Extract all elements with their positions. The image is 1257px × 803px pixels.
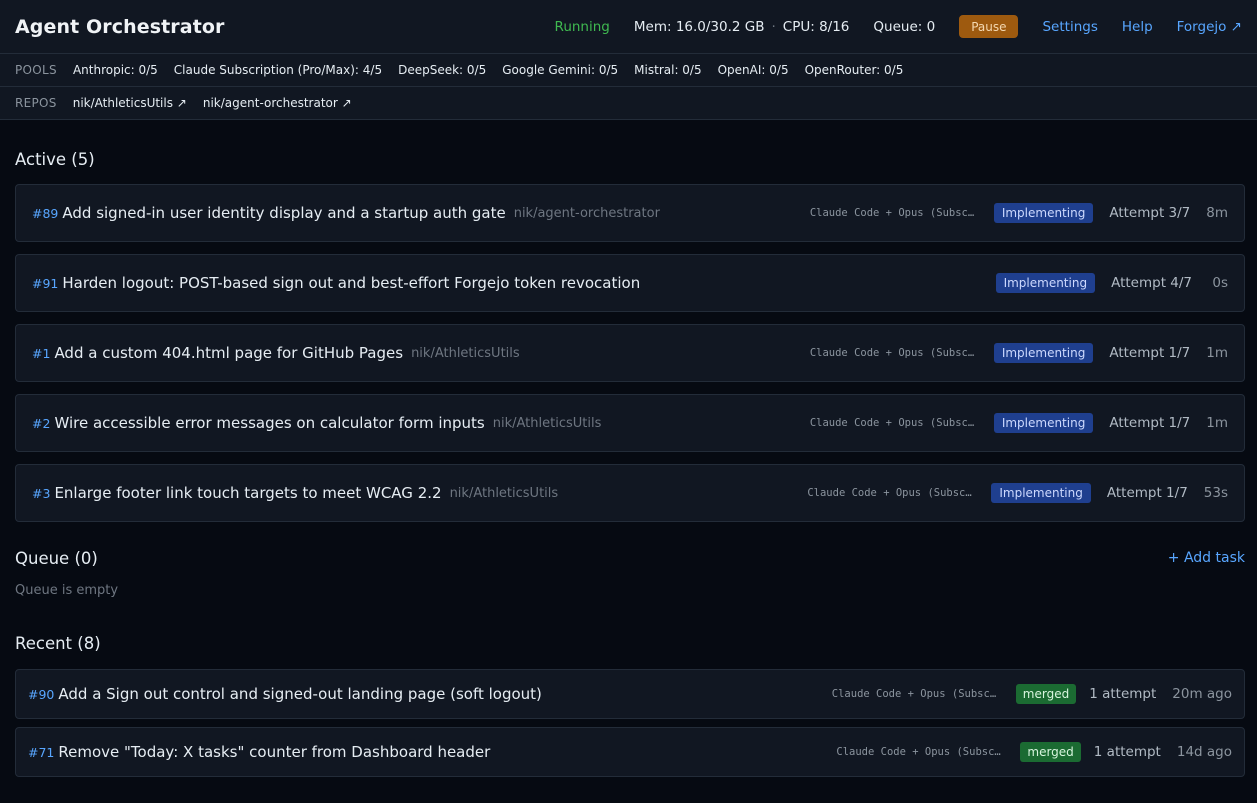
task-number[interactable]: #2: [32, 416, 50, 431]
recent-heading: Recent (8): [15, 633, 101, 653]
task-attempt: Attempt 1/7: [1106, 485, 1188, 501]
pool-openai: OpenAI: 0/5: [717, 63, 789, 77]
task-meta: Claude Code + Opus (Subscription) Implem…: [807, 483, 1228, 503]
task-agent: Claude Code + Opus (Subscription): [831, 688, 1002, 700]
pools-label: POOLS: [15, 63, 57, 77]
status-indicator: Running: [554, 18, 610, 35]
task-number[interactable]: #91: [32, 276, 58, 291]
active-section-header: Active (5): [15, 148, 1245, 170]
task-title[interactable]: Add a custom 404.html page for GitHub Pa…: [54, 344, 403, 362]
memory-stat: Mem: 16.0/30.2 GB: [633, 18, 765, 35]
main-content: Active (5) #89 Add signed-in user identi…: [0, 148, 1257, 777]
task-agent: Claude Code + Opus (Subscription): [809, 417, 980, 429]
recent-task-list: #90 Add a Sign out control and signed-ou…: [15, 669, 1245, 777]
task-title[interactable]: Add signed-in user identity display and …: [62, 204, 505, 222]
task-title[interactable]: Enlarge footer link touch targets to mee…: [54, 484, 441, 502]
repo-link-agent-orchestrator[interactable]: nik/agent-orchestrator ↗: [203, 96, 352, 110]
task-elapsed: 14d ago: [1176, 744, 1232, 760]
pool-deepseek: DeepSeek: 0/5: [398, 63, 487, 77]
queue-heading: Queue (0): [15, 548, 98, 568]
task-number[interactable]: #90: [28, 687, 54, 702]
status-badge: Implementing: [991, 483, 1091, 503]
pool-mistral: Mistral: 0/5: [634, 63, 702, 77]
task-meta: Claude Code + Opus (Subscription) Implem…: [810, 413, 1228, 433]
task-meta: Claude Code + Opus (Subscription) merged…: [836, 742, 1232, 762]
merged-badge: merged: [1015, 684, 1077, 704]
task-title[interactable]: Add a Sign out control and signed-out la…: [58, 685, 542, 703]
settings-link[interactable]: Settings: [1042, 19, 1097, 35]
task-agent: Claude Code + Opus (Subscription): [809, 347, 980, 359]
task-attempt: 1 attempt: [1089, 686, 1157, 702]
task-elapsed: 20m ago: [1172, 686, 1232, 702]
task-elapsed: 1m: [1206, 415, 1228, 431]
task-elapsed: 1m: [1206, 345, 1228, 361]
status-badge: Implementing: [993, 203, 1094, 223]
task-meta: Claude Code + Opus (Subscription) Implem…: [810, 343, 1228, 363]
recent-task-card[interactable]: #90 Add a Sign out control and signed-ou…: [15, 669, 1245, 719]
cpu-stat: CPU: 8/16: [782, 18, 850, 35]
task-card[interactable]: #3 Enlarge footer link touch targets to …: [15, 464, 1245, 522]
stat-separator: ·: [771, 18, 776, 35]
task-repo: nik/AthleticsUtils: [492, 415, 602, 431]
task-attempt: Attempt 4/7: [1111, 275, 1192, 291]
queue-stat: Queue: 0: [873, 18, 936, 35]
status-badge: Implementing: [995, 273, 1096, 293]
task-agent: Claude Code + Opus (Subscription): [807, 487, 977, 499]
task-elapsed: 8m: [1206, 205, 1228, 221]
recent-task-card[interactable]: #71 Remove "Today: X tasks" counter from…: [15, 727, 1245, 777]
task-card[interactable]: #91 Harden logout: POST-based sign out a…: [15, 254, 1245, 312]
task-title[interactable]: Remove "Today: X tasks" counter from Das…: [58, 743, 490, 761]
task-title[interactable]: Harden logout: POST-based sign out and b…: [62, 274, 640, 292]
task-number[interactable]: #1: [32, 346, 50, 361]
recent-section-header: Recent (8): [15, 632, 1245, 654]
task-attempt: Attempt 3/7: [1109, 205, 1191, 221]
task-attempt: Attempt 1/7: [1109, 415, 1191, 431]
active-task-list: #89 Add signed-in user identity display …: [15, 184, 1245, 522]
status-badge: Implementing: [993, 343, 1094, 363]
task-elapsed: 0s: [1212, 275, 1228, 291]
task-repo: nik/agent-orchestrator: [513, 205, 660, 221]
app-title: Agent Orchestrator: [15, 15, 225, 38]
task-meta: Implementing Attempt 4/7 0s: [995, 273, 1228, 293]
top-bar: Agent Orchestrator Running Mem: 16.0/30.…: [0, 0, 1257, 54]
task-agent: Claude Code + Opus (Subscription): [836, 746, 1006, 758]
help-link[interactable]: Help: [1122, 19, 1153, 35]
forgejo-link[interactable]: Forgejo ↗: [1177, 19, 1242, 35]
task-number[interactable]: #71: [28, 745, 54, 760]
pool-openrouter: OpenRouter: 0/5: [804, 63, 904, 77]
status-badge: Implementing: [993, 413, 1094, 433]
header-status-area: Running Mem: 16.0/30.2 GB · CPU: 8/16 Qu…: [555, 15, 1242, 38]
task-card[interactable]: #2 Wire accessible error messages on cal…: [15, 394, 1245, 452]
pool-google-gemini: Google Gemini: 0/5: [502, 63, 619, 77]
task-card[interactable]: #89 Add signed-in user identity display …: [15, 184, 1245, 242]
task-meta: Claude Code + Opus (Subscription) Implem…: [810, 203, 1228, 223]
task-card[interactable]: #1 Add a custom 404.html page for GitHub…: [15, 324, 1245, 382]
active-heading: Active (5): [15, 149, 95, 169]
task-title[interactable]: Wire accessible error messages on calcul…: [54, 414, 484, 432]
task-repo: nik/AthleticsUtils: [411, 345, 520, 361]
task-meta: Claude Code + Opus (Subscription) merged…: [832, 684, 1232, 704]
repos-label: REPOS: [15, 96, 57, 110]
add-task-button[interactable]: + Add task: [1168, 550, 1245, 566]
queue-empty-text: Queue is empty: [15, 583, 119, 598]
pool-anthropic: Anthropic: 0/5: [72, 63, 158, 77]
task-elapsed: 53s: [1203, 485, 1228, 501]
task-number[interactable]: #89: [32, 206, 58, 221]
task-attempt: 1 attempt: [1093, 744, 1161, 760]
pause-button[interactable]: Pause: [959, 15, 1019, 38]
task-attempt: Attempt 1/7: [1109, 345, 1191, 361]
pools-bar: POOLS Anthropic: 0/5 Claude Subscription…: [0, 54, 1257, 87]
queue-section-header: Queue (0) + Add task: [15, 546, 1245, 570]
repos-bar: REPOS nik/AthleticsUtils ↗ nik/agent-orc…: [0, 87, 1257, 120]
task-agent: Claude Code + Opus (Subscription): [809, 207, 980, 219]
pool-claude-subscription: Claude Subscription (Pro/Max): 4/5: [173, 63, 383, 77]
repo-link-athleticsutils[interactable]: nik/AthleticsUtils ↗: [73, 96, 187, 110]
task-repo: nik/AthleticsUtils: [449, 485, 559, 501]
task-number[interactable]: #3: [32, 486, 50, 501]
merged-badge: merged: [1020, 742, 1081, 762]
